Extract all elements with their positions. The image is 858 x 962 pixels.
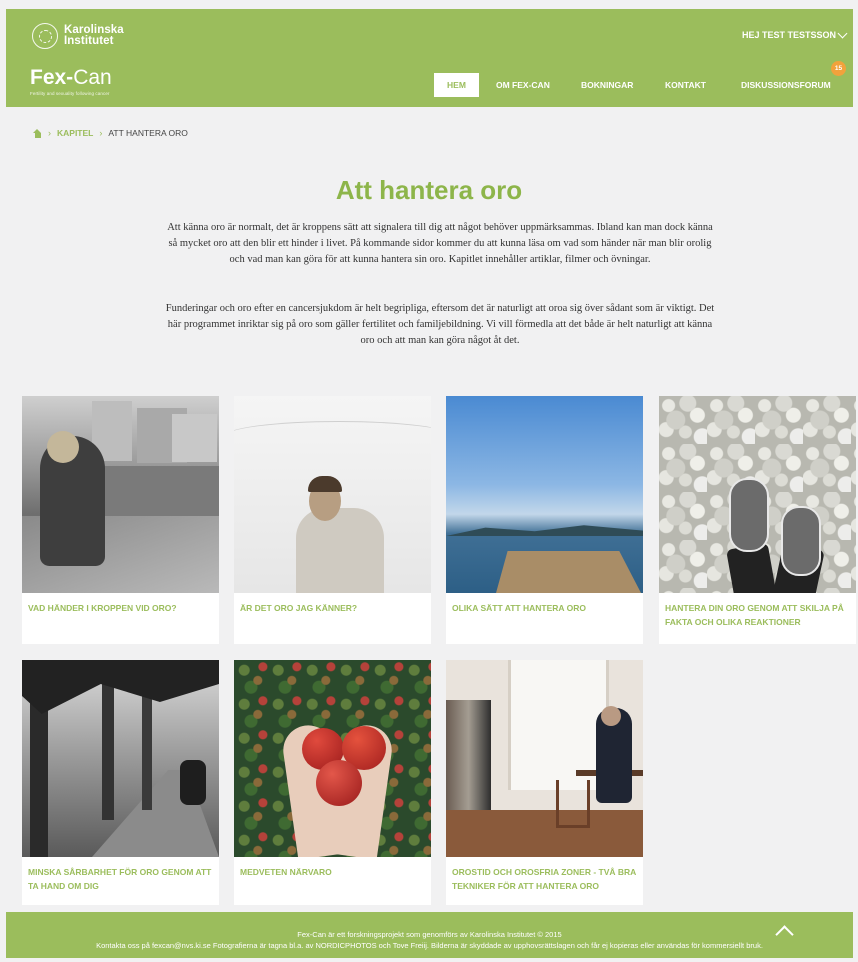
card-image: [234, 660, 431, 857]
site-header: Karolinska Institutet Fex-Can Fertility …: [6, 9, 853, 107]
chapter-card[interactable]: ÄR DET ORO JAG KÄNNER?: [234, 396, 431, 644]
card-image: [446, 660, 643, 857]
chapter-card[interactable]: HANTERA DIN ORO GENOM ATT SKILJA PÅ FAKT…: [659, 396, 856, 644]
card-image: [22, 660, 219, 857]
card-title: OLIKA SÄTT ATT HANTERA ORO: [452, 603, 586, 613]
card-title: MEDVETEN NÄRVARO: [240, 867, 332, 877]
nav-item-bokningar[interactable]: BOKNINGAR: [581, 73, 633, 97]
card-title: ÄR DET ORO JAG KÄNNER?: [240, 603, 358, 613]
card-title: OROSTID OCH OROSFRIA ZONER - TVÅ BRA TEK…: [452, 867, 637, 891]
intro-paragraph-2: Funderingar och oro efter en cancersjukd…: [165, 303, 715, 346]
card-title: MINSKA SÅRBARHET FÖR ORO GENOM ATT TA HA…: [28, 867, 212, 891]
card-title: HANTERA DIN ORO GENOM ATT SKILJA PÅ FAKT…: [665, 603, 844, 627]
user-greeting: HEJ TEST TESTSSON: [741, 30, 836, 40]
forum-notification-badge: 15: [831, 61, 846, 76]
karolinska-logo-text: Karolinska Institutet: [64, 24, 124, 47]
chapter-card[interactable]: MINSKA SÅRBARHET FÖR ORO GENOM ATT TA HA…: [22, 660, 219, 905]
site-footer: Fex-Can är ett forskningsprojekt som gen…: [6, 912, 853, 958]
chevron-down-icon: [837, 28, 848, 38]
nav-item-om-fex-can[interactable]: OM FEX-CAN: [496, 73, 550, 97]
nav-item-hem[interactable]: HEM: [434, 73, 479, 97]
card-image: [446, 396, 643, 593]
main-nav: HEM OM FEX-CAN BOKNINGAR KONTAKT DISKUSS…: [6, 73, 853, 97]
card-image: [22, 396, 219, 593]
footer-line-1: Fex-Can är ett forskningsprojekt som gen…: [297, 930, 562, 939]
card-image: [234, 396, 431, 593]
card-title: VAD HÄNDER I KROPPEN VID ORO?: [28, 603, 177, 613]
nav-item-diskussionsforum[interactable]: DISKUSSIONSFORUM: [741, 73, 831, 97]
page: Karolinska Institutet Fex-Can Fertility …: [0, 0, 858, 962]
chapter-card[interactable]: MEDVETEN NÄRVARO: [234, 660, 431, 905]
home-icon[interactable]: [33, 128, 42, 138]
chapter-card[interactable]: OROSTID OCH OROSFRIA ZONER - TVÅ BRA TEK…: [446, 660, 643, 905]
karolinska-seal-icon: [32, 23, 58, 49]
karolinska-logo[interactable]: Karolinska Institutet: [32, 21, 124, 51]
chapter-card[interactable]: OLIKA SÄTT ATT HANTERA ORO: [446, 396, 643, 644]
chapter-card[interactable]: VAD HÄNDER I KROPPEN VID ORO?: [22, 396, 219, 644]
breadcrumb: › KAPITEL › ATT HANTERA ORO: [33, 128, 188, 138]
breadcrumb-current: ATT HANTERA ORO: [108, 128, 188, 138]
intro-paragraph-1: Att känna oro är normalt, det är kroppen…: [167, 222, 713, 265]
user-menu[interactable]: HEJ TEST TESTSSON: [741, 28, 848, 40]
breadcrumb-link-kapitel[interactable]: KAPITEL: [57, 128, 93, 138]
breadcrumb-separator-icon: ›: [99, 128, 103, 138]
card-image: [659, 396, 856, 593]
footer-line-2: Kontakta oss på fexcan@nvs.ki.se Fotogra…: [96, 941, 763, 950]
nav-item-kontakt[interactable]: KONTAKT: [665, 73, 706, 97]
page-title: Att hantera oro: [335, 175, 523, 205]
breadcrumb-separator-icon: ›: [48, 128, 51, 138]
